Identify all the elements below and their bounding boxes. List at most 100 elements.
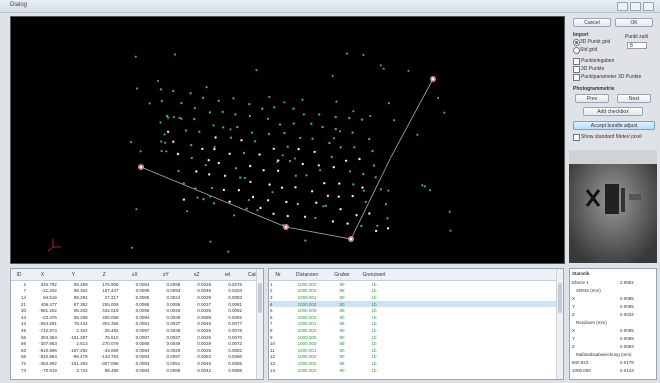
target-marker[interactable]: [348, 236, 354, 242]
table-cell: 88: [339, 288, 345, 294]
table-row[interactable]: 14 1000.002 90 1b: [269, 367, 563, 374]
cloud-point: [266, 117, 270, 121]
cloud-point: [271, 191, 274, 194]
table-row[interactable]: 5 1000.000 88 1b: [269, 307, 563, 314]
table-cell: 1b: [357, 300, 391, 308]
table-cell: 320.792: [40, 281, 57, 287]
table-row[interactable]: 63 -810.996 -187.292 -43.069 0.0094 0.0029 0.0…: [11, 347, 263, 354]
table-row[interactable]: 8 1000.002 90 1b: [269, 327, 563, 334]
column-header[interactable]: sY: [150, 269, 182, 281]
table-row[interactable]: 13 1000.000 88 1b: [269, 360, 563, 367]
cloud-point: [322, 205, 325, 208]
table-row[interactable]: 7 1000.001 88 1b: [269, 321, 563, 328]
cloud-point: [443, 111, 446, 114]
table-row[interactable]: 2 320.792 95.259 176.906 0.0084 0.0095 0.0028 0…: [11, 281, 263, 288]
cloud-point: [204, 164, 207, 167]
column-header[interactable]: Grenzwert: [357, 269, 391, 281]
accept-bundle-button[interactable]: Accept bundle adjust: [573, 121, 655, 130]
column-header[interactable]: rel: [212, 269, 243, 281]
cloud-point: [182, 198, 186, 201]
table-row[interactable]: 6 1000.003 90 1b: [269, 314, 563, 321]
prev-button[interactable]: Prev: [575, 94, 609, 103]
maximize-icon[interactable]: [630, 2, 641, 11]
cloud-point: [332, 137, 336, 140]
cloud-point: [178, 116, 181, 119]
table-cell: 9: [270, 334, 273, 340]
table-row[interactable]: 72 -363.982 -181.283 -307.096 0.0093 0.0051 0.…: [11, 360, 263, 367]
column-header[interactable]: ID: [11, 269, 27, 281]
table-row[interactable]: 4 1000.002 90 1b: [269, 300, 563, 308]
table-row[interactable]: 45 -742.974 2.324 -25.482 0.0097 0.0038 0.0026…: [11, 327, 263, 334]
table-row[interactable]: 2 1000.003 88 1b: [269, 288, 563, 295]
table-cell: -594.691: [39, 321, 57, 327]
table-cell: 0.0042: [197, 367, 212, 373]
cancel-button[interactable]: Cancel: [573, 18, 611, 27]
distances-table[interactable]: Nr Distanzen Gruber Grenzwert 1 1000.002 90 1b…: [268, 268, 564, 380]
checkbox-1[interactable]: [573, 66, 580, 73]
radio-target[interactable]: [573, 47, 580, 54]
cloud-point: [202, 198, 205, 201]
next-button[interactable]: Next: [617, 94, 651, 103]
column-header[interactable]: sZ: [181, 269, 213, 281]
table-cell: 75.510: [104, 334, 119, 340]
point-cloud[interactable]: [11, 17, 564, 263]
table-row[interactable]: 10 1000.003 88 1b: [269, 340, 563, 347]
table-row[interactable]: 56 353.363 -181.287 75.510 0.0087 0.0037 0.002…: [11, 334, 263, 341]
table-row[interactable]: 73 -70.819 3.722 98.490 0.0084 0.0089 0.0042 0.…: [11, 367, 263, 374]
target-marker[interactable]: [430, 76, 436, 82]
table-row[interactable]: 11 1000.001 90 1b: [269, 347, 563, 354]
checkbox-label-2: Punktparameter 3D Punkte: [581, 74, 642, 80]
table-cell: 6: [270, 314, 273, 320]
cloud-point: [222, 126, 225, 129]
table-cell: 0.0092: [228, 314, 242, 320]
column-header[interactable]: Nr: [269, 269, 287, 281]
table-cell: 90: [327, 300, 357, 308]
table-row[interactable]: 30 -581.202 98.202 432.019 0.0096 0.0029 0.002…: [11, 307, 263, 314]
statistic-label: Y: [572, 336, 576, 341]
show-standard-checkbox[interactable]: [573, 134, 580, 141]
cloud-point: [353, 146, 356, 149]
column-header[interactable]: Gruber: [327, 269, 357, 281]
distances-scrollbar[interactable]: [556, 269, 563, 379]
cloud-point: [258, 153, 261, 156]
column-header[interactable]: X: [27, 269, 58, 281]
table-row[interactable]: 44 -23.376 98.288 400.059 0.0094 0.0039 0.0098…: [11, 314, 263, 321]
minimize-icon[interactable]: [617, 2, 628, 11]
close-icon[interactable]: [643, 2, 654, 11]
add-checkbox-button[interactable]: Add checkbox: [583, 107, 643, 116]
table-cell: 0.0026: [197, 334, 212, 340]
table-row[interactable]: 14 94.516 85.294 27.317 0.0096 0.0024 0.0029 0.…: [11, 294, 263, 301]
cloud-point: [167, 116, 170, 119]
checkbox-0[interactable]: [573, 58, 580, 65]
coordinates-scrollbar[interactable]: [256, 269, 263, 379]
table-row[interactable]: 7 -21.202 98.304 107.447 0.0095 0.0093 0.0048 0…: [11, 288, 263, 295]
cloud-point: [386, 217, 389, 220]
column-header[interactable]: Z: [88, 269, 120, 281]
radio-points[interactable]: [573, 39, 580, 46]
table-cell: 88: [339, 321, 345, 327]
table-row[interactable]: 12 1000.002 90 1b: [269, 354, 563, 361]
cloud-point: [280, 186, 284, 189]
cloud-point: [331, 220, 335, 223]
cloud-point: [217, 99, 220, 103]
table-row[interactable]: 68 -810.984 -96.479 -143.763 0.0083 0.0097 0.0…: [11, 354, 263, 361]
table-row[interactable]: 9 1000.000 90 1b: [269, 334, 563, 341]
cloud-point: [236, 125, 239, 129]
table-cell: 2.324: [76, 327, 88, 333]
ok-button[interactable]: OK: [615, 18, 653, 27]
table-row[interactable]: 21 406.477 87.352 255.008 0.0095 0.0095 0.0037…: [11, 301, 263, 308]
column-header[interactable]: Y: [57, 269, 89, 281]
table-row[interactable]: 56 -307.963 2.613 270.078 0.0085 0.0049 0.0029…: [11, 340, 263, 347]
statistic-label: 600.923: [572, 360, 589, 365]
table-row[interactable]: 3 1000.001 90 1b: [269, 294, 563, 301]
coordinates-table[interactable]: ID X Y ZsX sY sZ rel Calc 2 320.792 95.259 176.906…: [10, 268, 264, 380]
table-row[interactable]: 1 1000.002 90 1b: [269, 281, 563, 288]
column-header[interactable]: Distanzen: [287, 269, 327, 281]
column-header[interactable]: sX: [119, 269, 151, 281]
3d-viewport[interactable]: [10, 16, 565, 264]
statistic-label: X: [572, 328, 576, 333]
points-count-stepper[interactable]: 8: [627, 42, 647, 49]
table-row[interactable]: 43 -594.691 78.444 304.356 0.0081 0.0037 0.004…: [11, 321, 263, 328]
camera-image: [569, 150, 657, 263]
checkbox-2[interactable]: [573, 74, 580, 81]
